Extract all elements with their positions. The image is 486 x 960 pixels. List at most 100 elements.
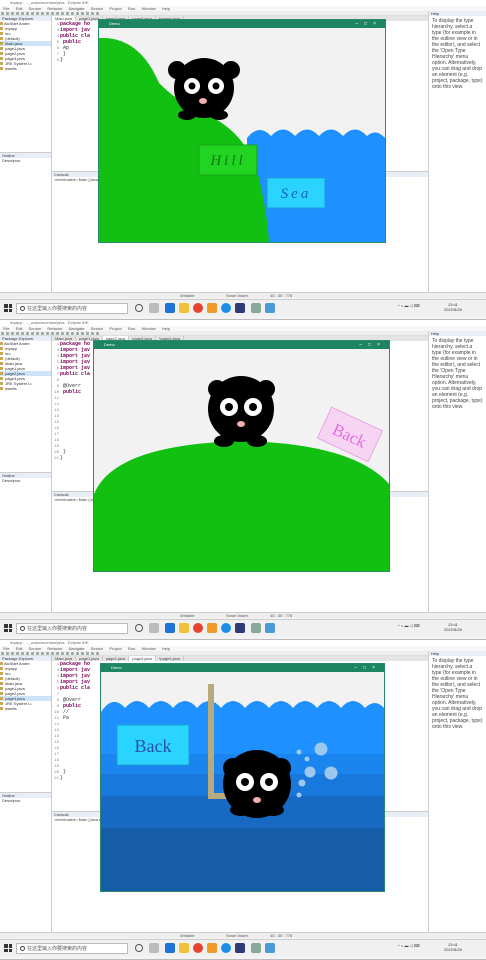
tool-icon[interactable] bbox=[6, 12, 9, 15]
tool-icon[interactable] bbox=[46, 652, 49, 655]
tool-icon[interactable] bbox=[96, 652, 99, 655]
task-view-icon[interactable] bbox=[149, 303, 159, 313]
demo-titlebar[interactable]: Demo –□× bbox=[94, 341, 389, 349]
tool-icon[interactable] bbox=[96, 332, 99, 335]
app-icon[interactable] bbox=[221, 623, 231, 633]
chrome-icon[interactable] bbox=[193, 943, 203, 953]
tool-icon[interactable] bbox=[1, 652, 4, 655]
window-controls-icon[interactable]: –□× bbox=[354, 664, 381, 672]
tool-icon[interactable] bbox=[71, 332, 74, 335]
eclipse-icon[interactable] bbox=[235, 303, 245, 313]
demo-titlebar[interactable]: Demo –□× bbox=[99, 20, 385, 28]
tool-icon[interactable] bbox=[11, 332, 14, 335]
java-app-icon[interactable] bbox=[265, 623, 275, 633]
app-icon[interactable] bbox=[207, 303, 217, 313]
hill-label[interactable]: Hill bbox=[209, 153, 245, 169]
tool-icon[interactable] bbox=[16, 332, 19, 335]
tool-icon[interactable] bbox=[51, 332, 54, 335]
tool-icon[interactable] bbox=[91, 12, 94, 15]
tool-icon[interactable] bbox=[26, 652, 29, 655]
java-app-icon[interactable] bbox=[265, 303, 275, 313]
tool-icon[interactable] bbox=[96, 12, 99, 15]
tool-icon[interactable] bbox=[26, 332, 29, 335]
tool-icon[interactable] bbox=[46, 332, 49, 335]
clock[interactable]: 13:41 2022/5/26 bbox=[444, 942, 462, 952]
tool-icon[interactable] bbox=[41, 652, 44, 655]
app-icon[interactable] bbox=[221, 303, 231, 313]
tree-item[interactable]: assets bbox=[0, 66, 51, 71]
tool-icon[interactable] bbox=[56, 12, 59, 15]
file-explorer-icon[interactable] bbox=[179, 943, 189, 953]
tool-icon[interactable] bbox=[61, 12, 64, 15]
edge-icon[interactable] bbox=[165, 303, 175, 313]
tool-icon[interactable] bbox=[6, 652, 9, 655]
tool-icon[interactable] bbox=[76, 12, 79, 15]
tool-icon[interactable] bbox=[16, 652, 19, 655]
tool-icon[interactable] bbox=[16, 12, 19, 15]
chrome-icon[interactable] bbox=[193, 623, 203, 633]
tool-icon[interactable] bbox=[76, 652, 79, 655]
sea-label[interactable]: Sea bbox=[281, 186, 312, 202]
tool-icon[interactable] bbox=[6, 332, 9, 335]
tool-icon[interactable] bbox=[91, 332, 94, 335]
app-icon[interactable] bbox=[221, 943, 231, 953]
back-label[interactable]: Back bbox=[135, 736, 172, 756]
eclipse-icon[interactable] bbox=[235, 943, 245, 953]
windows-start-icon[interactable] bbox=[4, 944, 12, 952]
windows-start-icon[interactable] bbox=[4, 624, 12, 632]
system-tray-icon[interactable]: ^ ◐ ▬ ◁ ⌨ bbox=[398, 943, 420, 948]
tool-icon[interactable] bbox=[41, 12, 44, 15]
tool-icon[interactable] bbox=[51, 12, 54, 15]
windows-start-icon[interactable] bbox=[4, 304, 12, 312]
window-controls-icon[interactable]: –□× bbox=[355, 20, 382, 28]
tool-icon[interactable] bbox=[26, 12, 29, 15]
tool-icon[interactable] bbox=[66, 12, 69, 15]
tool-icon[interactable] bbox=[36, 12, 39, 15]
tool-icon[interactable] bbox=[11, 652, 14, 655]
edge-icon[interactable] bbox=[165, 943, 175, 953]
clock[interactable]: 13:41 2022/5/26 bbox=[444, 622, 462, 632]
tool-icon[interactable] bbox=[56, 652, 59, 655]
tool-icon[interactable] bbox=[51, 652, 54, 655]
tool-icon[interactable] bbox=[36, 332, 39, 335]
java-app-icon[interactable] bbox=[265, 943, 275, 953]
cortana-icon[interactable] bbox=[135, 944, 143, 952]
tool-icon[interactable] bbox=[86, 332, 89, 335]
tool-icon[interactable] bbox=[91, 652, 94, 655]
tree-item[interactable]: assets bbox=[0, 386, 51, 391]
tool-icon[interactable] bbox=[81, 332, 84, 335]
system-tray-icon[interactable]: ^ ◐ ▬ ◁ ⌨ bbox=[398, 623, 420, 628]
tool-icon[interactable] bbox=[1, 332, 4, 335]
tool-icon[interactable] bbox=[81, 652, 84, 655]
tool-icon[interactable] bbox=[71, 12, 74, 15]
app-icon[interactable] bbox=[251, 943, 261, 953]
chrome-icon[interactable] bbox=[193, 303, 203, 313]
edge-icon[interactable] bbox=[165, 623, 175, 633]
tool-icon[interactable] bbox=[31, 12, 34, 15]
task-view-icon[interactable] bbox=[149, 943, 159, 953]
cortana-icon[interactable] bbox=[135, 304, 143, 312]
tool-icon[interactable] bbox=[71, 652, 74, 655]
tool-icon[interactable] bbox=[66, 652, 69, 655]
tool-icon[interactable] bbox=[56, 332, 59, 335]
clock[interactable]: 13:41 2022/5/26 bbox=[444, 302, 462, 312]
app-icon[interactable] bbox=[207, 623, 217, 633]
cortana-icon[interactable] bbox=[135, 624, 143, 632]
window-controls-icon[interactable]: –□× bbox=[359, 341, 386, 349]
tool-icon[interactable] bbox=[86, 652, 89, 655]
tool-icon[interactable] bbox=[11, 12, 14, 15]
tool-icon[interactable] bbox=[86, 12, 89, 15]
tool-icon[interactable] bbox=[66, 332, 69, 335]
tool-icon[interactable] bbox=[41, 332, 44, 335]
taskbar-search-input[interactable]: 在这里输入你要搜索的内容 bbox=[16, 623, 128, 634]
tool-icon[interactable] bbox=[61, 332, 64, 335]
tool-icon[interactable] bbox=[21, 652, 24, 655]
app-icon[interactable] bbox=[251, 623, 261, 633]
app-icon[interactable] bbox=[251, 303, 261, 313]
tool-icon[interactable] bbox=[76, 332, 79, 335]
demo-titlebar[interactable]: Demo –□× bbox=[101, 664, 384, 672]
tool-icon[interactable] bbox=[81, 12, 84, 15]
taskbar-search-input[interactable]: 在这里输入你要搜索的内容 bbox=[16, 303, 128, 314]
tool-icon[interactable] bbox=[36, 652, 39, 655]
demo-window[interactable]: Demo –□× Back bbox=[93, 340, 390, 572]
